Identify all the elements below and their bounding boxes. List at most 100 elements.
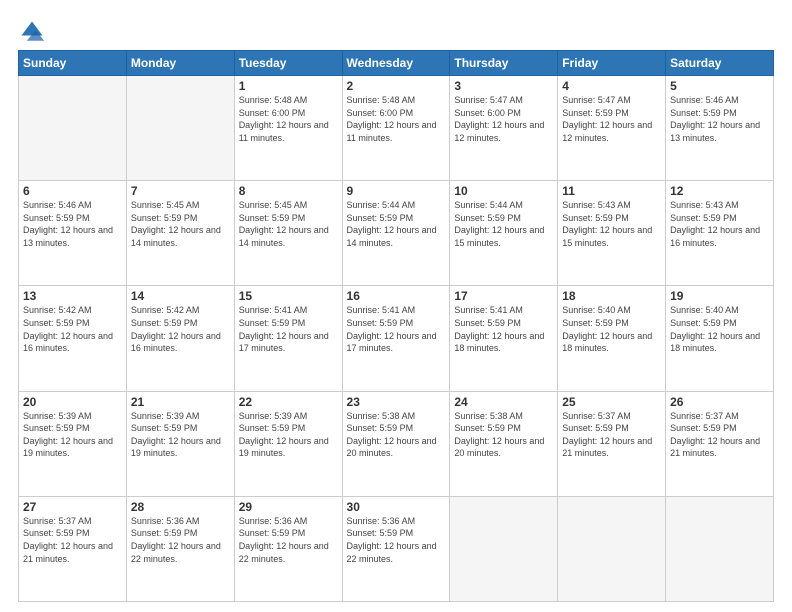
calendar-header-cell: Sunday [19, 51, 127, 76]
day-detail: Sunrise: 5:39 AMSunset: 5:59 PMDaylight:… [239, 410, 338, 460]
calendar-cell: 9Sunrise: 5:44 AMSunset: 5:59 PMDaylight… [342, 181, 450, 286]
day-number: 25 [562, 395, 661, 409]
day-detail: Sunrise: 5:46 AMSunset: 5:59 PMDaylight:… [23, 199, 122, 249]
calendar-cell: 24Sunrise: 5:38 AMSunset: 5:59 PMDayligh… [450, 391, 558, 496]
calendar: SundayMondayTuesdayWednesdayThursdayFrid… [18, 50, 774, 602]
calendar-cell: 16Sunrise: 5:41 AMSunset: 5:59 PMDayligh… [342, 286, 450, 391]
calendar-week-row: 20Sunrise: 5:39 AMSunset: 5:59 PMDayligh… [19, 391, 774, 496]
day-number: 9 [347, 184, 446, 198]
day-number: 4 [562, 79, 661, 93]
calendar-header-cell: Friday [558, 51, 666, 76]
day-detail: Sunrise: 5:37 AMSunset: 5:59 PMDaylight:… [23, 515, 122, 565]
page: SundayMondayTuesdayWednesdayThursdayFrid… [0, 0, 792, 612]
day-detail: Sunrise: 5:37 AMSunset: 5:59 PMDaylight:… [562, 410, 661, 460]
day-number: 3 [454, 79, 553, 93]
day-detail: Sunrise: 5:44 AMSunset: 5:59 PMDaylight:… [347, 199, 446, 249]
day-detail: Sunrise: 5:42 AMSunset: 5:59 PMDaylight:… [131, 304, 230, 354]
day-detail: Sunrise: 5:47 AMSunset: 5:59 PMDaylight:… [562, 94, 661, 144]
day-detail: Sunrise: 5:36 AMSunset: 5:59 PMDaylight:… [239, 515, 338, 565]
day-number: 13 [23, 289, 122, 303]
calendar-cell: 8Sunrise: 5:45 AMSunset: 5:59 PMDaylight… [234, 181, 342, 286]
calendar-week-row: 1Sunrise: 5:48 AMSunset: 6:00 PMDaylight… [19, 76, 774, 181]
day-detail: Sunrise: 5:46 AMSunset: 5:59 PMDaylight:… [670, 94, 769, 144]
day-number: 22 [239, 395, 338, 409]
calendar-header-cell: Monday [126, 51, 234, 76]
day-detail: Sunrise: 5:41 AMSunset: 5:59 PMDaylight:… [347, 304, 446, 354]
day-number: 8 [239, 184, 338, 198]
calendar-header-cell: Wednesday [342, 51, 450, 76]
calendar-cell: 15Sunrise: 5:41 AMSunset: 5:59 PMDayligh… [234, 286, 342, 391]
day-number: 15 [239, 289, 338, 303]
logo-icon [18, 18, 46, 46]
header [18, 18, 774, 46]
day-detail: Sunrise: 5:41 AMSunset: 5:59 PMDaylight:… [454, 304, 553, 354]
calendar-header-cell: Thursday [450, 51, 558, 76]
calendar-cell: 14Sunrise: 5:42 AMSunset: 5:59 PMDayligh… [126, 286, 234, 391]
calendar-cell: 23Sunrise: 5:38 AMSunset: 5:59 PMDayligh… [342, 391, 450, 496]
day-number: 1 [239, 79, 338, 93]
day-number: 16 [347, 289, 446, 303]
day-detail: Sunrise: 5:39 AMSunset: 5:59 PMDaylight:… [23, 410, 122, 460]
calendar-cell: 13Sunrise: 5:42 AMSunset: 5:59 PMDayligh… [19, 286, 127, 391]
day-detail: Sunrise: 5:38 AMSunset: 5:59 PMDaylight:… [347, 410, 446, 460]
day-detail: Sunrise: 5:45 AMSunset: 5:59 PMDaylight:… [239, 199, 338, 249]
calendar-cell: 21Sunrise: 5:39 AMSunset: 5:59 PMDayligh… [126, 391, 234, 496]
calendar-cell: 17Sunrise: 5:41 AMSunset: 5:59 PMDayligh… [450, 286, 558, 391]
day-detail: Sunrise: 5:42 AMSunset: 5:59 PMDaylight:… [23, 304, 122, 354]
calendar-cell: 2Sunrise: 5:48 AMSunset: 6:00 PMDaylight… [342, 76, 450, 181]
calendar-cell: 26Sunrise: 5:37 AMSunset: 5:59 PMDayligh… [666, 391, 774, 496]
day-detail: Sunrise: 5:48 AMSunset: 6:00 PMDaylight:… [239, 94, 338, 144]
day-number: 10 [454, 184, 553, 198]
calendar-cell: 10Sunrise: 5:44 AMSunset: 5:59 PMDayligh… [450, 181, 558, 286]
day-number: 18 [562, 289, 661, 303]
day-detail: Sunrise: 5:40 AMSunset: 5:59 PMDaylight:… [670, 304, 769, 354]
day-number: 24 [454, 395, 553, 409]
calendar-cell: 30Sunrise: 5:36 AMSunset: 5:59 PMDayligh… [342, 496, 450, 601]
day-number: 30 [347, 500, 446, 514]
calendar-cell: 28Sunrise: 5:36 AMSunset: 5:59 PMDayligh… [126, 496, 234, 601]
day-detail: Sunrise: 5:36 AMSunset: 5:59 PMDaylight:… [347, 515, 446, 565]
logo [18, 18, 50, 46]
calendar-cell [126, 76, 234, 181]
calendar-header-cell: Tuesday [234, 51, 342, 76]
calendar-cell: 20Sunrise: 5:39 AMSunset: 5:59 PMDayligh… [19, 391, 127, 496]
day-number: 5 [670, 79, 769, 93]
day-detail: Sunrise: 5:43 AMSunset: 5:59 PMDaylight:… [562, 199, 661, 249]
day-detail: Sunrise: 5:37 AMSunset: 5:59 PMDaylight:… [670, 410, 769, 460]
calendar-cell [450, 496, 558, 601]
day-detail: Sunrise: 5:47 AMSunset: 6:00 PMDaylight:… [454, 94, 553, 144]
day-detail: Sunrise: 5:40 AMSunset: 5:59 PMDaylight:… [562, 304, 661, 354]
calendar-cell: 11Sunrise: 5:43 AMSunset: 5:59 PMDayligh… [558, 181, 666, 286]
day-number: 21 [131, 395, 230, 409]
calendar-cell: 5Sunrise: 5:46 AMSunset: 5:59 PMDaylight… [666, 76, 774, 181]
day-number: 29 [239, 500, 338, 514]
calendar-cell: 25Sunrise: 5:37 AMSunset: 5:59 PMDayligh… [558, 391, 666, 496]
day-number: 6 [23, 184, 122, 198]
day-number: 19 [670, 289, 769, 303]
calendar-cell: 6Sunrise: 5:46 AMSunset: 5:59 PMDaylight… [19, 181, 127, 286]
day-number: 27 [23, 500, 122, 514]
calendar-cell: 19Sunrise: 5:40 AMSunset: 5:59 PMDayligh… [666, 286, 774, 391]
day-detail: Sunrise: 5:44 AMSunset: 5:59 PMDaylight:… [454, 199, 553, 249]
day-number: 17 [454, 289, 553, 303]
calendar-cell [19, 76, 127, 181]
day-number: 23 [347, 395, 446, 409]
calendar-cell: 7Sunrise: 5:45 AMSunset: 5:59 PMDaylight… [126, 181, 234, 286]
calendar-cell: 3Sunrise: 5:47 AMSunset: 6:00 PMDaylight… [450, 76, 558, 181]
day-detail: Sunrise: 5:38 AMSunset: 5:59 PMDaylight:… [454, 410, 553, 460]
calendar-header-cell: Saturday [666, 51, 774, 76]
day-number: 7 [131, 184, 230, 198]
day-detail: Sunrise: 5:36 AMSunset: 5:59 PMDaylight:… [131, 515, 230, 565]
calendar-cell: 12Sunrise: 5:43 AMSunset: 5:59 PMDayligh… [666, 181, 774, 286]
calendar-week-row: 27Sunrise: 5:37 AMSunset: 5:59 PMDayligh… [19, 496, 774, 601]
calendar-cell: 22Sunrise: 5:39 AMSunset: 5:59 PMDayligh… [234, 391, 342, 496]
day-number: 20 [23, 395, 122, 409]
day-number: 12 [670, 184, 769, 198]
calendar-cell: 27Sunrise: 5:37 AMSunset: 5:59 PMDayligh… [19, 496, 127, 601]
calendar-cell: 1Sunrise: 5:48 AMSunset: 6:00 PMDaylight… [234, 76, 342, 181]
calendar-cell [558, 496, 666, 601]
calendar-cell: 18Sunrise: 5:40 AMSunset: 5:59 PMDayligh… [558, 286, 666, 391]
day-detail: Sunrise: 5:43 AMSunset: 5:59 PMDaylight:… [670, 199, 769, 249]
day-number: 14 [131, 289, 230, 303]
day-number: 28 [131, 500, 230, 514]
